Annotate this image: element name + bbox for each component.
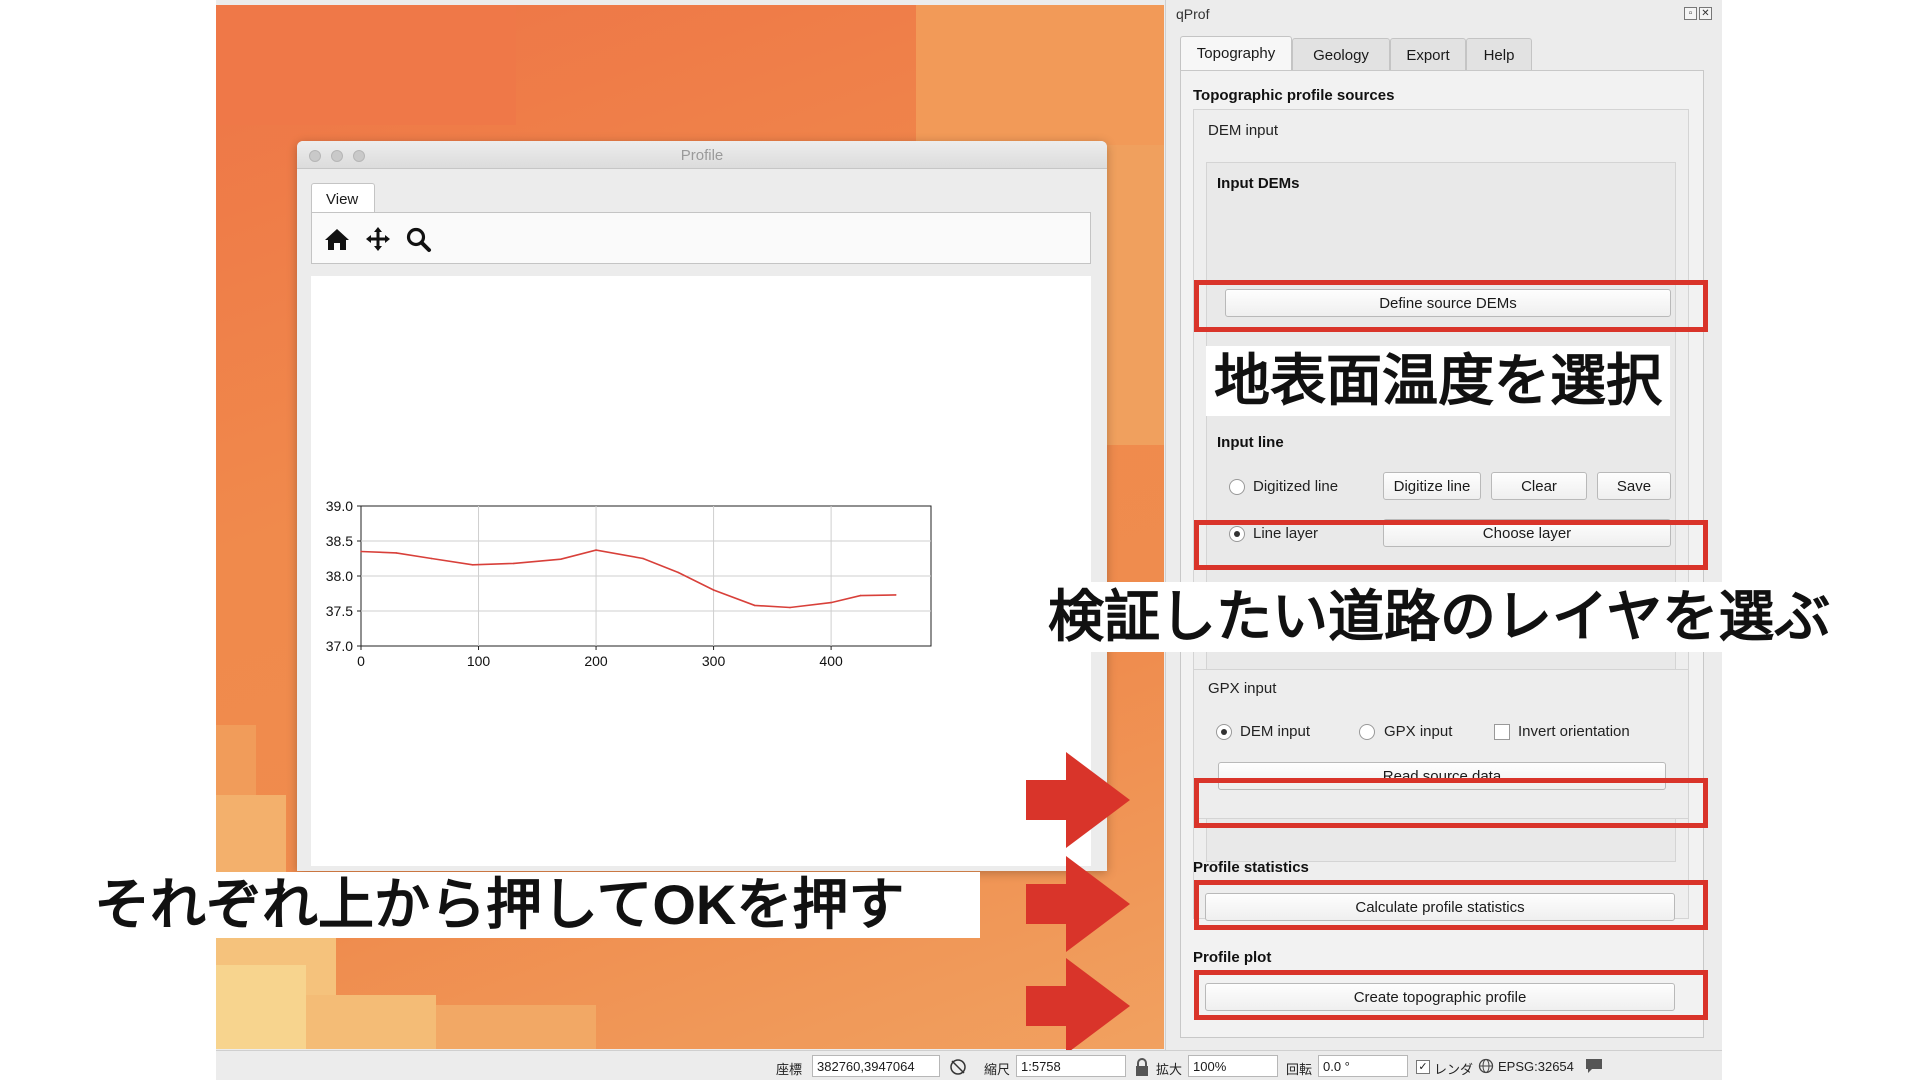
invert-orientation-checkbox[interactable] bbox=[1494, 724, 1510, 740]
data-point bbox=[595, 549, 597, 551]
caption-press-buttons: それぞれ上から押してOKを押す bbox=[0, 872, 980, 938]
data-point bbox=[894, 594, 897, 596]
data-point bbox=[642, 557, 644, 560]
profile-titlebar[interactable]: Profile bbox=[297, 141, 1107, 169]
zoom-icon[interactable] bbox=[404, 225, 434, 253]
digitize-line-button[interactable]: Digitize line bbox=[1383, 472, 1481, 500]
raster-pixel bbox=[916, 5, 1164, 145]
profile-chart: 0 100 200 300 400 37.0 37.5 38.0 38.5 39.0 bbox=[326, 498, 932, 669]
caption-choose-layer: 検証したい道路のレイヤを選ぶ bbox=[1040, 582, 1839, 652]
data-point bbox=[830, 601, 832, 604]
digitized-line-label: Digitized line bbox=[1253, 478, 1339, 495]
render-checkbox[interactable]: ✓ bbox=[1416, 1060, 1430, 1074]
float-icon[interactable]: ▫ bbox=[1684, 7, 1697, 20]
pan-icon[interactable] bbox=[363, 225, 393, 253]
home-icon[interactable] bbox=[322, 225, 352, 253]
mouse-icon[interactable] bbox=[948, 1057, 968, 1077]
profile-window[interactable]: Profile View 0 100 200 300 400 37.0 37.5 38.0 38… bbox=[297, 141, 1107, 871]
render-label: レンダ bbox=[1434, 1062, 1474, 1077]
scale-label: 縮尺 bbox=[984, 1062, 1011, 1077]
gpx-input-radio-label: GPX input bbox=[1384, 723, 1453, 740]
rotation-field[interactable]: 0.0 ° bbox=[1318, 1055, 1408, 1077]
x-tick-label: 100 bbox=[467, 653, 491, 669]
crs-label[interactable]: EPSG:32654 bbox=[1498, 1059, 1574, 1074]
close-icon[interactable]: ✕ bbox=[1699, 7, 1712, 20]
plot-section-title: Profile plot bbox=[1193, 949, 1272, 966]
dock-title: qProf bbox=[1176, 6, 1210, 22]
tab-geology[interactable]: Geology bbox=[1292, 38, 1390, 70]
save-button[interactable]: Save bbox=[1597, 472, 1671, 500]
dem-input-radio[interactable] bbox=[1216, 724, 1232, 740]
caption-select-dem: 地表面温度を選択 bbox=[1206, 346, 1670, 416]
x-tick-label: 300 bbox=[702, 653, 726, 669]
magnify-label: 拡大 bbox=[1156, 1062, 1183, 1077]
x-tick-label: 0 bbox=[357, 653, 365, 669]
sources-section-title: Topographic profile sources bbox=[1193, 87, 1395, 104]
arrow-right-icon bbox=[1026, 958, 1130, 1054]
data-point bbox=[395, 552, 398, 554]
y-tick-label: 37.5 bbox=[326, 603, 353, 619]
magnify-field[interactable]: 100% bbox=[1188, 1055, 1278, 1077]
tab-help[interactable]: Help bbox=[1466, 38, 1532, 70]
highlight-read-source bbox=[1194, 778, 1708, 828]
raster-pixel bbox=[216, 5, 516, 125]
status-bar: 座標 382760,3947064 縮尺 1:5758 拡大 100% 回転 0… bbox=[216, 1050, 1722, 1080]
gpx-input-radio[interactable] bbox=[1359, 724, 1375, 740]
profile-toolbar bbox=[311, 212, 1091, 264]
y-tick-label: 38.5 bbox=[326, 533, 353, 549]
data-point bbox=[512, 562, 515, 565]
dem-input-radio-label: DEM input bbox=[1240, 723, 1311, 740]
highlight-choose-layer bbox=[1194, 520, 1708, 570]
raster-pixel bbox=[306, 995, 436, 1049]
data-point bbox=[753, 604, 756, 607]
input-dems-title: Input DEMs bbox=[1217, 175, 1300, 192]
gpx-input-group-title: GPX input bbox=[1208, 680, 1277, 697]
raster-pixel bbox=[436, 1005, 596, 1049]
coordinate-field[interactable]: 382760,3947064 bbox=[812, 1055, 940, 1077]
raster-pixel bbox=[216, 725, 256, 795]
coordinate-label: 座標 bbox=[776, 1062, 803, 1077]
statistics-section-title: Profile statistics bbox=[1193, 859, 1309, 876]
x-tick-label: 200 bbox=[584, 653, 608, 669]
profile-plot-canvas: 0 100 200 300 400 37.0 37.5 38.0 38.5 39.0 bbox=[311, 276, 1091, 866]
data-point bbox=[789, 606, 791, 609]
data-point bbox=[859, 594, 862, 597]
data-point bbox=[430, 557, 433, 560]
invert-orientation-label: Invert orientation bbox=[1518, 723, 1630, 740]
tab-export[interactable]: Export bbox=[1390, 38, 1466, 70]
clear-button[interactable]: Clear bbox=[1491, 472, 1587, 500]
data-point bbox=[360, 550, 362, 553]
x-tick-label: 400 bbox=[819, 653, 843, 669]
arrow-right-icon bbox=[1026, 856, 1130, 952]
data-point bbox=[471, 564, 474, 566]
tab-topography[interactable]: Topography bbox=[1180, 36, 1292, 71]
tab-view[interactable]: View bbox=[311, 183, 375, 213]
messages-icon[interactable] bbox=[1584, 1057, 1604, 1075]
highlight-create-profile bbox=[1194, 970, 1708, 1020]
globe-icon[interactable] bbox=[1478, 1058, 1494, 1074]
data-point bbox=[677, 571, 680, 574]
raster-pixel bbox=[216, 965, 306, 1049]
data-point bbox=[712, 589, 715, 591]
input-line-title: Input line bbox=[1217, 434, 1284, 451]
data-point bbox=[559, 558, 562, 560]
scale-field[interactable]: 1:5758 bbox=[1016, 1055, 1126, 1077]
arrow-right-icon bbox=[1026, 752, 1130, 848]
y-tick-label: 37.0 bbox=[326, 638, 353, 654]
rotation-label: 回転 bbox=[1286, 1062, 1313, 1077]
highlight-define-dems bbox=[1194, 280, 1708, 332]
digitized-line-radio[interactable] bbox=[1229, 479, 1245, 495]
y-tick-label: 39.0 bbox=[326, 498, 353, 514]
lock-icon[interactable] bbox=[1134, 1057, 1150, 1077]
dem-input-group-title: DEM input bbox=[1208, 122, 1279, 139]
y-tick-label: 38.0 bbox=[326, 568, 353, 584]
highlight-calc-stats bbox=[1194, 880, 1708, 930]
profile-window-title: Profile bbox=[680, 147, 724, 164]
